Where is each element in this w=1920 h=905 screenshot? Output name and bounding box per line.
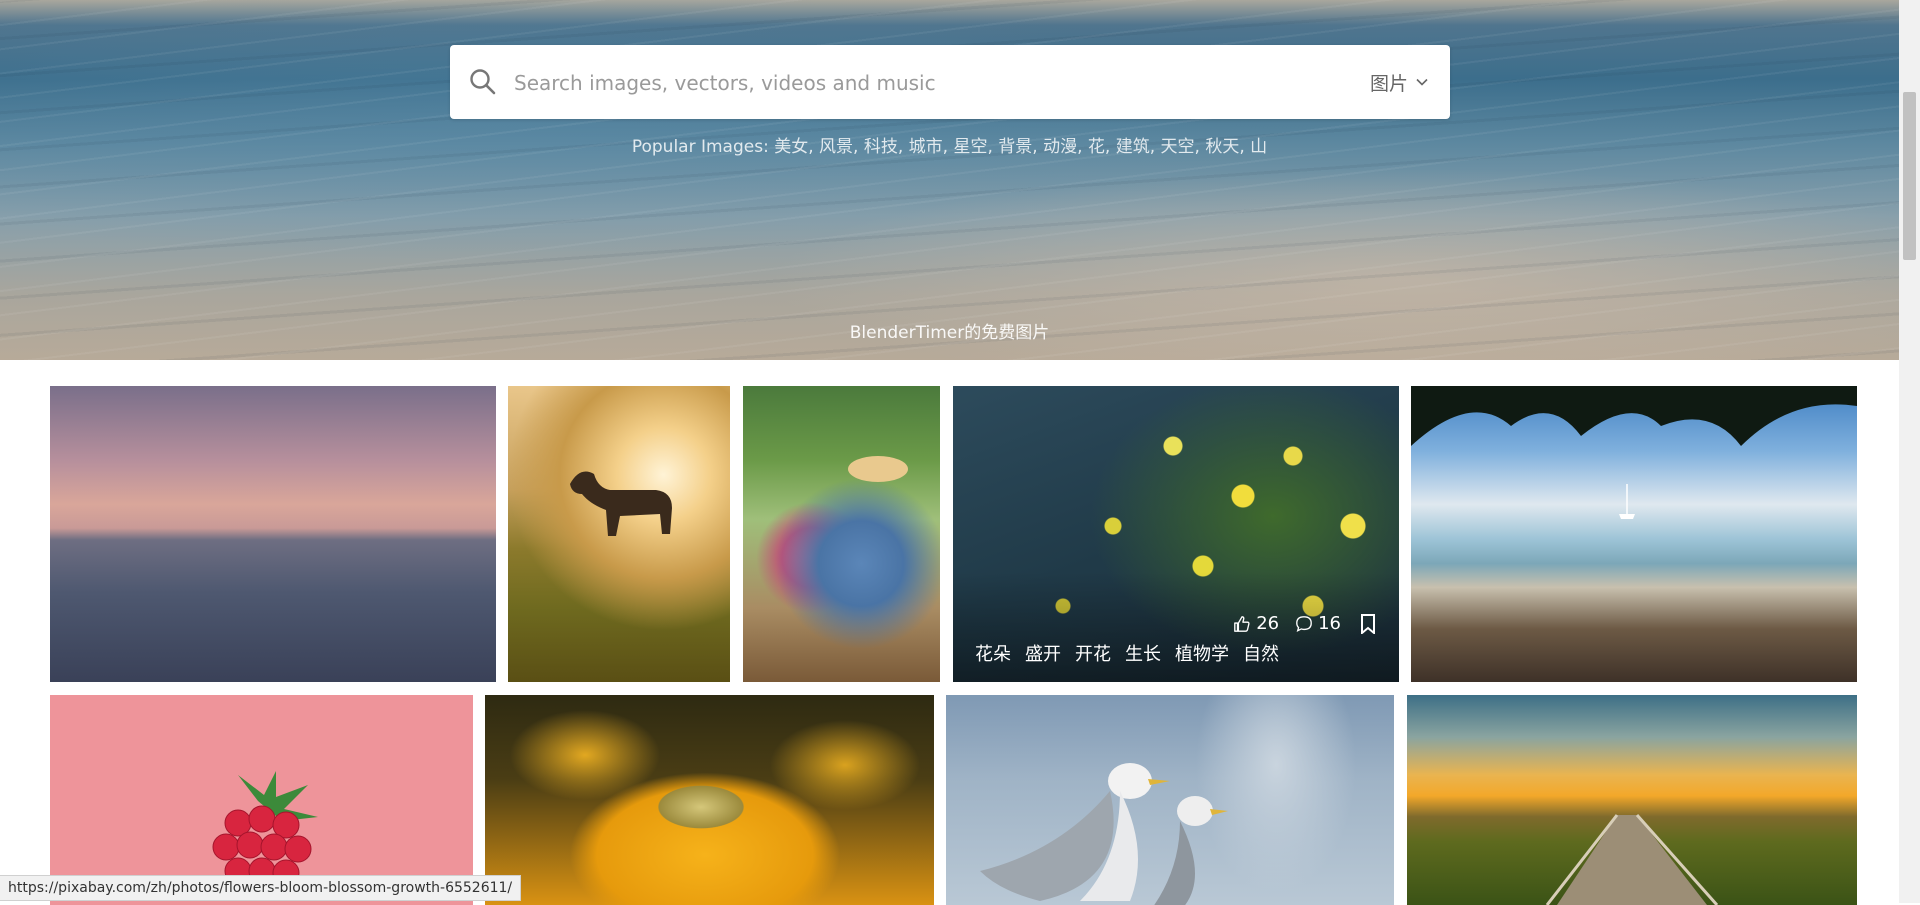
popular-term[interactable]: 科技 — [864, 137, 898, 157]
tag-link[interactable]: 盛开 — [1025, 640, 1061, 666]
tag-link[interactable]: 花朵 — [975, 640, 1011, 666]
popular-term[interactable]: 动漫 — [1043, 137, 1077, 157]
scrollbar-thumb[interactable] — [1903, 92, 1916, 260]
tag-link[interactable]: 开花 — [1075, 640, 1111, 666]
photo-tropical-beach[interactable] — [1411, 386, 1857, 682]
photo-yellow-daisy[interactable] — [485, 695, 934, 905]
popular-term[interactable]: 建筑 — [1116, 137, 1150, 157]
search-icon[interactable] — [468, 67, 498, 97]
search-bar: 图片 — [450, 45, 1450, 119]
tag-link[interactable]: 植物学 — [1175, 640, 1229, 666]
photo-grandpa-grapes[interactable] — [743, 386, 940, 682]
popular-term[interactable]: 城市 — [909, 137, 943, 157]
popular-term[interactable]: 星空 — [953, 137, 987, 157]
popular-term[interactable]: 背景 — [998, 137, 1032, 157]
sailboat — [1619, 484, 1635, 519]
photo-boardwalk-sunset[interactable] — [1407, 695, 1857, 905]
straw-hat — [848, 456, 908, 482]
comment-button[interactable]: 16 — [1295, 613, 1341, 634]
bookmark-icon[interactable] — [1359, 613, 1377, 634]
dog-silhouette — [570, 471, 672, 536]
tag-link[interactable]: 生长 — [1125, 640, 1161, 666]
photo-dog-field[interactable] — [508, 386, 730, 682]
seagull-birds — [980, 763, 1228, 905]
popular-term[interactable]: 美女 — [774, 137, 808, 157]
popular-term[interactable]: 秋天 — [1205, 137, 1239, 157]
search-input[interactable] — [512, 63, 1296, 103]
page-scrollbar[interactable] — [1899, 0, 1920, 903]
comment-icon — [1296, 615, 1312, 632]
thumbs-up-icon — [1234, 615, 1250, 632]
popular-term[interactable]: 花 — [1088, 137, 1105, 157]
hero-banner: 图片 Popular Images: 美女, 风景, 科技, 城市, 星空, 背… — [0, 0, 1899, 360]
status-bar-url: https://pixabay.com/zh/photos/flowers-bl… — [0, 875, 522, 901]
photo-yellow-flowers[interactable]: 26 16 花朵 盛开 开花 生长 植物学 自然 — [953, 386, 1399, 682]
popular-term[interactable]: 风景 — [819, 137, 853, 157]
photo-stats: 26 16 — [1233, 613, 1377, 634]
palm-leaves — [1411, 386, 1857, 446]
popular-term[interactable]: 天空 — [1161, 137, 1195, 157]
hero-credit[interactable]: BlenderTimer的免费图片 — [0, 318, 1899, 343]
photo-tags: 花朵 盛开 开花 生长 植物学 自然 — [975, 640, 1279, 666]
like-button[interactable]: 26 — [1233, 613, 1279, 634]
photo-raspberry-illustration[interactable] — [50, 695, 473, 905]
media-type-dropdown[interactable]: 图片 — [1370, 67, 1430, 97]
chevron-down-icon — [1416, 78, 1428, 86]
tag-link[interactable]: 自然 — [1243, 640, 1279, 666]
photo-sunset-sea[interactable] — [50, 386, 496, 682]
boardwalk-path — [1545, 814, 1719, 905]
popular-prefix: Popular Images: — [631, 137, 769, 157]
comment-count: 16 — [1318, 613, 1341, 634]
like-count: 26 — [1256, 613, 1280, 634]
popular-searches: Popular Images: 美女, 风景, 科技, 城市, 星空, 背景, … — [631, 137, 1268, 157]
photo-seagulls[interactable] — [946, 695, 1394, 905]
popular-term[interactable]: 山 — [1250, 137, 1267, 157]
media-type-label: 图片 — [1369, 72, 1408, 95]
